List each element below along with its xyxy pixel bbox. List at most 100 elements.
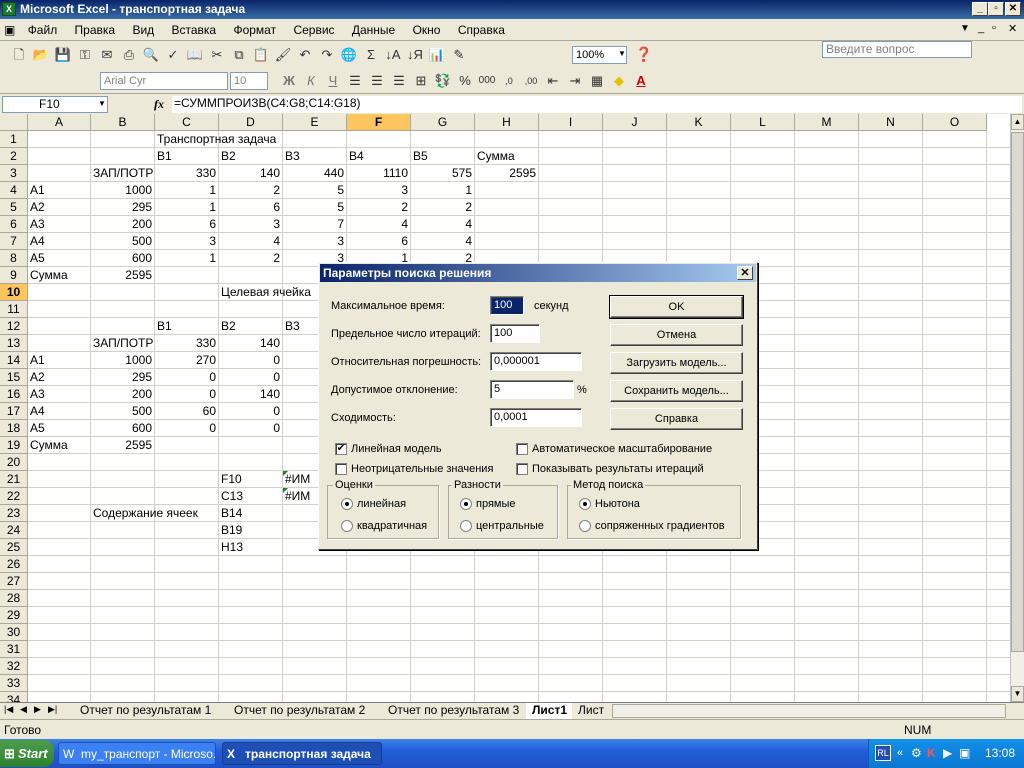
cell-a19[interactable]: Сумма [28, 437, 89, 454]
iterations-input[interactable]: 100 [490, 324, 540, 343]
row-header[interactable]: 30 [0, 624, 28, 641]
font-size-select[interactable]: 10 [230, 72, 268, 90]
row-header[interactable]: 13 [0, 335, 28, 352]
precision-input[interactable]: 0,000001 [490, 352, 582, 371]
row-header[interactable]: 28 [0, 590, 28, 607]
email-icon[interactable]: ✉ [96, 44, 118, 66]
cell-g2[interactable]: B5 [411, 148, 473, 165]
row-header[interactable]: 4 [0, 182, 28, 199]
cell-b7[interactable]: 500 [91, 233, 154, 250]
estimates-linear-radio[interactable] [341, 498, 353, 510]
cell-b14[interactable]: 1000 [91, 352, 154, 369]
row-header[interactable]: 23 [0, 505, 28, 522]
search-conjugate-radio[interactable] [579, 520, 591, 532]
cell-a7[interactable]: A4 [28, 233, 89, 250]
cell-b15[interactable]: 295 [91, 369, 154, 386]
hyperlink-icon[interactable]: 🌐 [338, 44, 360, 66]
convergence-input[interactable]: 0,0001 [490, 408, 582, 427]
scroll-up-icon[interactable]: ▲ [1011, 114, 1024, 130]
column-header[interactable]: A [28, 114, 91, 131]
name-box[interactable]: F10 [2, 96, 108, 113]
cell-g3[interactable]: 575 [411, 165, 474, 182]
cell-b19[interactable]: 2595 [91, 437, 154, 454]
search-newton-radio[interactable] [579, 498, 591, 510]
row-header[interactable]: 33 [0, 675, 28, 692]
open-icon[interactable]: 📂 [30, 44, 52, 66]
vertical-scrollbar[interactable]: ▲ ▼ [1010, 114, 1024, 702]
borders-icon[interactable]: ▦ [586, 70, 608, 92]
row-header[interactable]: 15 [0, 369, 28, 386]
underline-icon[interactable]: Ч [322, 70, 344, 92]
column-header[interactable]: C [155, 114, 219, 131]
chevron-down-icon[interactable]: ▼ [98, 99, 106, 108]
cell-b3[interactable]: ЗАП/ПОТР [91, 165, 153, 182]
fx-icon[interactable]: fx [154, 97, 164, 112]
cell-b23[interactable]: Содержание ячеек [91, 505, 217, 522]
cell-c18[interactable]: 0 [155, 420, 218, 437]
align-left-icon[interactable]: ☰ [344, 70, 366, 92]
column-header[interactable]: O [923, 114, 987, 131]
formula-input[interactable]: =СУММПРОИЗВ(C4:G8;C14:G18) [172, 96, 1022, 113]
cell-e3[interactable]: 440 [283, 165, 346, 182]
row-header[interactable]: 34 [0, 692, 28, 702]
copy-icon[interactable]: ⧉ [228, 44, 250, 66]
row-header[interactable]: 31 [0, 641, 28, 658]
row-header[interactable]: 12 [0, 318, 28, 335]
cell-c4[interactable]: 1 [155, 182, 218, 199]
cell-d16[interactable]: 140 [219, 386, 282, 403]
question-input[interactable]: Введите вопрос [822, 41, 972, 58]
cell-f3[interactable]: 1110 [347, 165, 410, 182]
tolerance-input[interactable]: 5 [490, 380, 574, 399]
cell-b5[interactable]: 295 [91, 199, 154, 216]
cell-f6[interactable]: 4 [347, 216, 410, 233]
linear-model-checkbox[interactable]: ✔ [335, 443, 347, 455]
cell-d8[interactable]: 2 [219, 250, 282, 267]
cell-a8[interactable]: A5 [28, 250, 89, 267]
bold-icon[interactable]: Ж [278, 70, 300, 92]
help-icon[interactable]: ❓ [635, 46, 652, 63]
menu-window[interactable]: Окно [406, 19, 448, 41]
load-model-button[interactable]: Загрузить модель... [610, 352, 743, 374]
font-name-select[interactable]: Arial Cyr [100, 72, 228, 90]
row-header[interactable]: 3 [0, 165, 28, 182]
row-header[interactable]: 10 [0, 284, 28, 301]
scroll-down-icon[interactable]: ▼ [1011, 686, 1024, 702]
cell-e6[interactable]: 7 [283, 216, 346, 233]
row-header[interactable]: 14 [0, 352, 28, 369]
cell-d17[interactable]: 0 [219, 403, 282, 420]
cell-e2[interactable]: B3 [283, 148, 345, 165]
last-sheet-icon[interactable]: ▶| [48, 704, 57, 715]
doc-minimize-button[interactable]: _ [978, 22, 984, 34]
cell-c16[interactable]: 0 [155, 386, 218, 403]
cell-d14[interactable]: 0 [219, 352, 282, 369]
sheet-tab[interactable]: Отчет по результатам 1 [74, 703, 218, 719]
row-header[interactable]: 5 [0, 199, 28, 216]
cell-c6[interactable]: 6 [155, 216, 218, 233]
network-icon[interactable]: ⚙ [911, 739, 922, 768]
column-header[interactable]: E [283, 114, 347, 131]
cell-d5[interactable]: 6 [219, 199, 282, 216]
column-header[interactable]: I [539, 114, 603, 131]
row-header[interactable]: 25 [0, 539, 28, 556]
cell-d12[interactable]: B2 [219, 318, 281, 335]
cell-c3[interactable]: 330 [155, 165, 218, 182]
antivirus-icon[interactable]: K [927, 739, 936, 768]
horizontal-scrollbar[interactable] [612, 704, 1006, 718]
cell-c5[interactable]: 1 [155, 199, 218, 216]
show-iterations-checkbox[interactable] [516, 463, 528, 475]
cell-g4[interactable]: 1 [411, 182, 474, 199]
column-header[interactable]: L [731, 114, 795, 131]
spelling-icon[interactable]: ✓ [162, 44, 184, 66]
row-header[interactable]: 32 [0, 658, 28, 675]
redo-icon[interactable]: ↷ [316, 44, 338, 66]
save-model-button[interactable]: Сохранить модель... [610, 380, 743, 402]
cell-a14[interactable]: A1 [28, 352, 89, 369]
help-button[interactable]: Справка [610, 408, 743, 430]
close-button[interactable]: ✕ [1005, 2, 1021, 16]
align-center-icon[interactable]: ☰ [366, 70, 388, 92]
cell-d15[interactable]: 0 [219, 369, 282, 386]
cell-e5[interactable]: 5 [283, 199, 346, 216]
save-icon[interactable]: 💾 [52, 44, 74, 66]
next-sheet-icon[interactable]: ▶ [34, 704, 41, 715]
cell-c14[interactable]: 270 [155, 352, 218, 369]
